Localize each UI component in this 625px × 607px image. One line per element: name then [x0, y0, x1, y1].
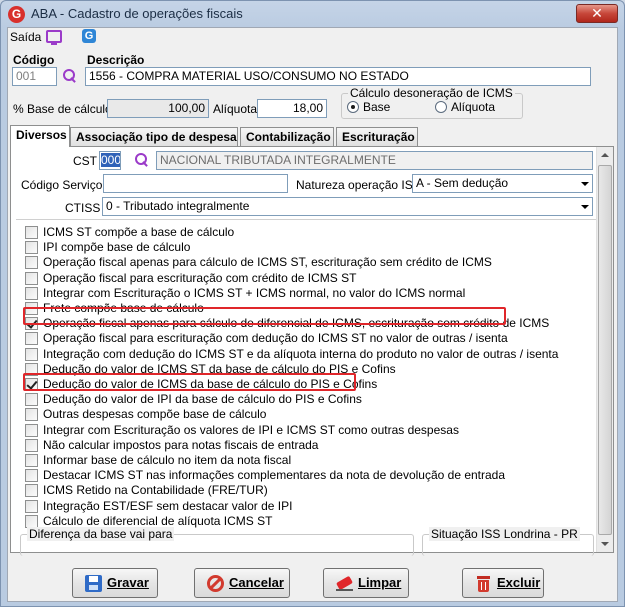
radio-base[interactable]	[347, 101, 359, 113]
iss-nature-value: A - Sem dedução	[416, 176, 509, 190]
checkbox-label: ICMS Retido na Contabilidade (FRE/TUR)	[43, 483, 268, 498]
chevron-down-icon[interactable]	[576, 198, 592, 215]
search-icon[interactable]	[62, 68, 78, 84]
desoneracao-group: Cálculo desoneração de ICMS Base Alíquot…	[341, 86, 523, 119]
cancel-button[interactable]: Cancelar	[194, 568, 290, 598]
checkbox[interactable]	[25, 408, 38, 422]
iss-londrina-group: Situação ISS Londrina - PR	[422, 527, 594, 556]
checkbox-label: Integração EST/ESF sem destacar valor de…	[43, 498, 293, 513]
base-field[interactable]: 100,00	[107, 99, 209, 118]
checkbox[interactable]	[25, 438, 38, 452]
rate-field[interactable]: 18,00	[257, 99, 327, 118]
cst-search-icon[interactable]	[134, 152, 150, 168]
desoneracao-title: Cálculo desoneração de ICMS	[348, 86, 515, 100]
ctiss-value: 0 - Tributado integralmente	[106, 199, 250, 213]
iss-nature-select[interactable]: A - Sem dedução	[412, 174, 593, 193]
refresh-icon[interactable]: G	[82, 29, 96, 43]
client-area: Saída G Código Descrição 001 1556 - COMP…	[7, 27, 618, 602]
checkbox[interactable]	[25, 514, 38, 528]
checkbox[interactable]	[25, 423, 38, 437]
iss-nature-label: Natureza operação ISS	[296, 178, 421, 192]
code-field[interactable]: 001	[12, 67, 57, 86]
cst-code-field[interactable]: 000	[99, 151, 121, 170]
app-logo-icon: G	[8, 6, 25, 23]
clear-label: Limpar	[358, 575, 402, 590]
monitor-icon[interactable]	[46, 30, 62, 43]
scroll-down-icon[interactable]	[601, 542, 609, 546]
checkbox[interactable]	[25, 499, 38, 513]
checkbox-label: Integração com dedução do ICMS ST e da a…	[43, 346, 559, 361]
description-label: Descrição	[87, 53, 145, 67]
title-bar[interactable]: G ABA - Cadastro de operações fiscais ✕	[1, 1, 624, 27]
scroll-thumb[interactable]	[598, 165, 612, 535]
checkbox-label: Operação fiscal para escrituração com de…	[43, 331, 508, 346]
radio-aliquota-label: Alíquota	[451, 100, 496, 114]
cancel-label: Cancelar	[229, 575, 284, 590]
service-code-field[interactable]	[103, 174, 288, 193]
ctiss-select[interactable]: 0 - Tributado integralmente	[102, 197, 593, 216]
checkbox-label: Destacar ICMS ST nas informações complem…	[43, 468, 506, 483]
cst-description-field: NACIONAL TRIBUTADA INTEGRALMENTE	[156, 151, 593, 170]
cst-code-selected: 000	[101, 153, 121, 167]
tab-contabilizacao[interactable]: Contabilização	[240, 127, 334, 146]
tab-associacao[interactable]: Associação tipo de despesa	[70, 127, 238, 146]
checkbox-label: IPI compõe base de cálculo	[43, 240, 191, 255]
base-diff-group: Diferença da base vai para	[20, 527, 414, 556]
checkbox[interactable]	[25, 454, 38, 467]
diversos-panel: CST 000 NACIONAL TRIBUTADA INTEGRALMENTE…	[10, 146, 614, 556]
scroll-up-icon[interactable]	[601, 153, 609, 157]
monitor-stand-icon	[51, 43, 57, 45]
floppy-disk-icon	[85, 575, 102, 592]
checkbox-label: ICMS ST compõe a base de cálculo	[43, 225, 235, 239]
tab-diversos[interactable]: Diversos	[10, 125, 70, 147]
base-diff-title: Diferença da base vai para	[27, 527, 175, 541]
rate-label: Alíquota	[213, 102, 258, 116]
vertical-scrollbar[interactable]	[596, 147, 613, 552]
clear-button[interactable]: Limpar	[323, 568, 409, 598]
radio-aliquota[interactable]	[435, 101, 447, 113]
checkbox[interactable]	[25, 347, 38, 361]
checkbox-label: Operação fiscal para escrituração com cr…	[43, 270, 357, 285]
iss-londrina-title: Situação ISS Londrina - PR	[429, 527, 580, 541]
checkbox[interactable]	[25, 226, 38, 239]
checkbox-label: Não calcular impostos para notas fiscais…	[43, 437, 319, 452]
trash-icon	[475, 575, 492, 592]
chevron-down-icon[interactable]	[576, 175, 592, 192]
checkbox[interactable]	[25, 256, 38, 270]
base-label: % Base de cálculo	[13, 102, 112, 116]
checkbox[interactable]	[25, 469, 38, 483]
checkbox[interactable]	[25, 241, 38, 255]
checkbox-label: Integrar com Escrituração o ICMS ST + IC…	[43, 285, 466, 300]
checkbox[interactable]	[25, 484, 38, 498]
checkbox-label: Dedução do valor de IPI da base de cálcu…	[43, 392, 362, 407]
prohibited-icon	[207, 575, 224, 592]
checkbox-label: Informar base de cálculo no item da nota…	[43, 453, 292, 467]
checkbox-label: Outras despesas compõe base de cálculo	[43, 407, 267, 422]
checkbox[interactable]	[25, 393, 38, 407]
eraser-icon	[336, 575, 353, 592]
save-label: Gravar	[107, 575, 149, 590]
close-button[interactable]: ✕	[576, 4, 618, 23]
ctiss-label: CTISS	[65, 201, 101, 215]
highlight-box-pis-cofins	[23, 373, 356, 391]
description-field[interactable]: 1556 - COMPRA MATERIAL USO/CONSUMO NO ES…	[85, 67, 591, 86]
service-code-label: Código Serviço	[21, 178, 103, 192]
window: G ABA - Cadastro de operações fiscais ✕ …	[0, 0, 625, 607]
checkbox[interactable]	[25, 271, 38, 285]
save-button[interactable]: Gravar	[72, 568, 158, 598]
checkbox-label: Integrar com Escrituração os valores de …	[43, 422, 459, 437]
delete-label: Excluir	[497, 575, 541, 590]
separator	[16, 219, 598, 220]
highlight-box-diferencial	[23, 307, 506, 325]
checkbox[interactable]	[25, 286, 38, 300]
exit-menu[interactable]: Saída	[10, 30, 41, 44]
window-title: ABA - Cadastro de operações fiscais	[31, 6, 243, 21]
radio-base-label: Base	[363, 100, 391, 114]
code-label: Código	[13, 53, 55, 67]
checkbox[interactable]	[25, 332, 38, 346]
tab-escrituracao[interactable]: Escrituração	[336, 127, 418, 146]
cst-label: CST	[73, 154, 97, 168]
delete-button[interactable]: Excluir	[462, 568, 544, 598]
checkbox-label: Operação fiscal apenas para cálculo de I…	[43, 255, 492, 270]
